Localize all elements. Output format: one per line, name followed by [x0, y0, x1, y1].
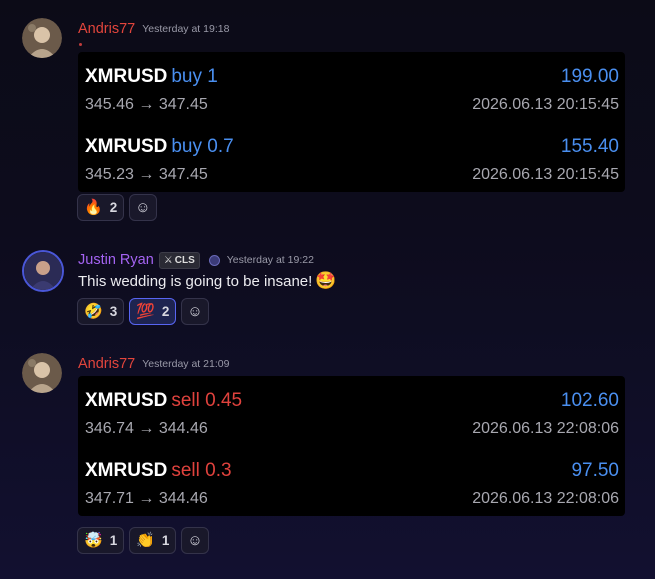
username[interactable]: Andris77: [78, 356, 135, 372]
trade-date: 2026.06.13 20:15:45: [472, 166, 619, 183]
reaction-count: 2: [109, 200, 118, 215]
reaction-bar: 🤣 3 💯 2 ☺: [77, 298, 209, 325]
timestamp[interactable]: Yesterday at 19:18: [142, 23, 229, 35]
trade-price-range: 346.74 → 344.46: [85, 420, 208, 437]
trade-side: sell 0.3: [171, 460, 232, 481]
trade-date: 2026.06.13 22:08:06: [472, 420, 619, 437]
message-andris-2: Andris77 Yesterday at 21:09 XMRUSD sell 0…: [0, 353, 655, 563]
star-struck-icon: 🤩: [315, 271, 337, 290]
reaction-fire[interactable]: 🔥 2: [77, 194, 125, 221]
reaction-count: 1: [161, 533, 170, 548]
trade-pnl: 97.50: [571, 460, 619, 481]
trade-row: XMRUSD buy 1 199.00 345.46 → 347.45 2026.…: [78, 52, 625, 122]
reaction-clap[interactable]: 👏 1: [129, 527, 177, 554]
add-reaction-button[interactable]: ☺: [129, 194, 157, 221]
trade-date: 2026.06.13 22:08:06: [472, 490, 619, 507]
trade-embed: XMRUSD buy 1 199.00 345.46 → 347.45 2026.…: [78, 52, 625, 192]
trade-embed: XMRUSD sell 0.45 102.60 346.74 → 344.46 2…: [78, 376, 625, 516]
trade-row: XMRUSD buy 0.7 155.40 345.23 → 347.45 202…: [78, 122, 625, 192]
message-header: Andris77 Yesterday at 19:18: [78, 19, 229, 39]
avatar[interactable]: [22, 18, 62, 58]
reaction-exploding-head[interactable]: 🤯 1: [77, 527, 125, 554]
trade-date: 2026.06.13 20:15:45: [472, 96, 619, 113]
smiley-icon: ☺: [187, 303, 203, 320]
reaction-count: 1: [109, 533, 118, 548]
trade-side: buy 1: [171, 66, 218, 87]
reaction-bar: 🔥 2 ☺: [77, 194, 157, 221]
trade-row: XMRUSD sell 0.45 102.60 346.74 → 344.46 2…: [78, 376, 625, 446]
timestamp[interactable]: Yesterday at 19:22: [227, 254, 314, 266]
clan-tag[interactable]: ⚔ CLS: [158, 251, 200, 269]
trade-pair: XMRUSD sell 0.3: [85, 460, 232, 481]
message-text: This wedding is going to be insane! 🤩: [78, 271, 337, 290]
timestamp[interactable]: Yesterday at 21:09: [142, 358, 229, 370]
trade-price-range: 345.46 → 347.45: [85, 96, 208, 113]
smiley-icon: ☺: [135, 199, 151, 216]
trade-pair: XMRUSD buy 0.7: [85, 136, 234, 157]
trade-pnl: 199.00: [560, 66, 619, 87]
trade-price-range: 345.23 → 347.45: [85, 166, 208, 183]
message-header: Andris77 Yesterday at 21:09: [78, 354, 229, 374]
trade-row: XMRUSD sell 0.3 97.50 347.71 → 344.46 202…: [78, 446, 625, 516]
reaction-hundred[interactable]: 💯 2: [129, 298, 177, 325]
trade-pair: XMRUSD sell 0.45: [85, 390, 243, 411]
clap-icon: 👏: [136, 532, 155, 549]
message-justin: Justin Ryan ⚔ CLS Yesterday at 19:22 This…: [0, 250, 655, 330]
trade-side: sell 0.45: [171, 390, 243, 411]
username[interactable]: Andris77: [78, 21, 135, 37]
add-reaction-button[interactable]: ☺: [181, 527, 209, 554]
rofl-icon: 🤣: [84, 303, 103, 320]
smiley-icon: ☺: [187, 532, 203, 549]
role-badge-icon: [208, 254, 220, 266]
exploding-head-icon: 🤯: [84, 532, 103, 549]
message-andris-1: Andris77 Yesterday at 19:18 XMRUSD buy 1 …: [0, 18, 655, 230]
trade-side: buy 0.7: [171, 136, 234, 157]
avatar[interactable]: [22, 250, 64, 292]
avatar[interactable]: [22, 353, 62, 393]
reaction-count: 2: [161, 304, 170, 319]
trade-pnl: 102.60: [560, 390, 619, 411]
sword-icon: ⚔: [163, 254, 173, 266]
hundred-icon: 💯: [136, 303, 155, 320]
reply-indicator: [79, 43, 82, 46]
trade-pair: XMRUSD buy 1: [85, 66, 218, 87]
reaction-count: 3: [109, 304, 118, 319]
message-header: Justin Ryan ⚔ CLS Yesterday at 19:22: [78, 250, 314, 270]
reaction-bar: 🤯 1 👏 1 ☺: [77, 527, 209, 554]
reaction-rofl[interactable]: 🤣 3: [77, 298, 125, 325]
trade-price-range: 347.71 → 344.46: [85, 490, 208, 507]
fire-icon: 🔥: [84, 199, 103, 216]
username[interactable]: Justin Ryan: [78, 252, 154, 268]
add-reaction-button[interactable]: ☺: [181, 298, 209, 325]
chat-message-list: Andris77 Yesterday at 19:18 XMRUSD buy 1 …: [0, 0, 655, 579]
trade-pnl: 155.40: [560, 136, 619, 157]
